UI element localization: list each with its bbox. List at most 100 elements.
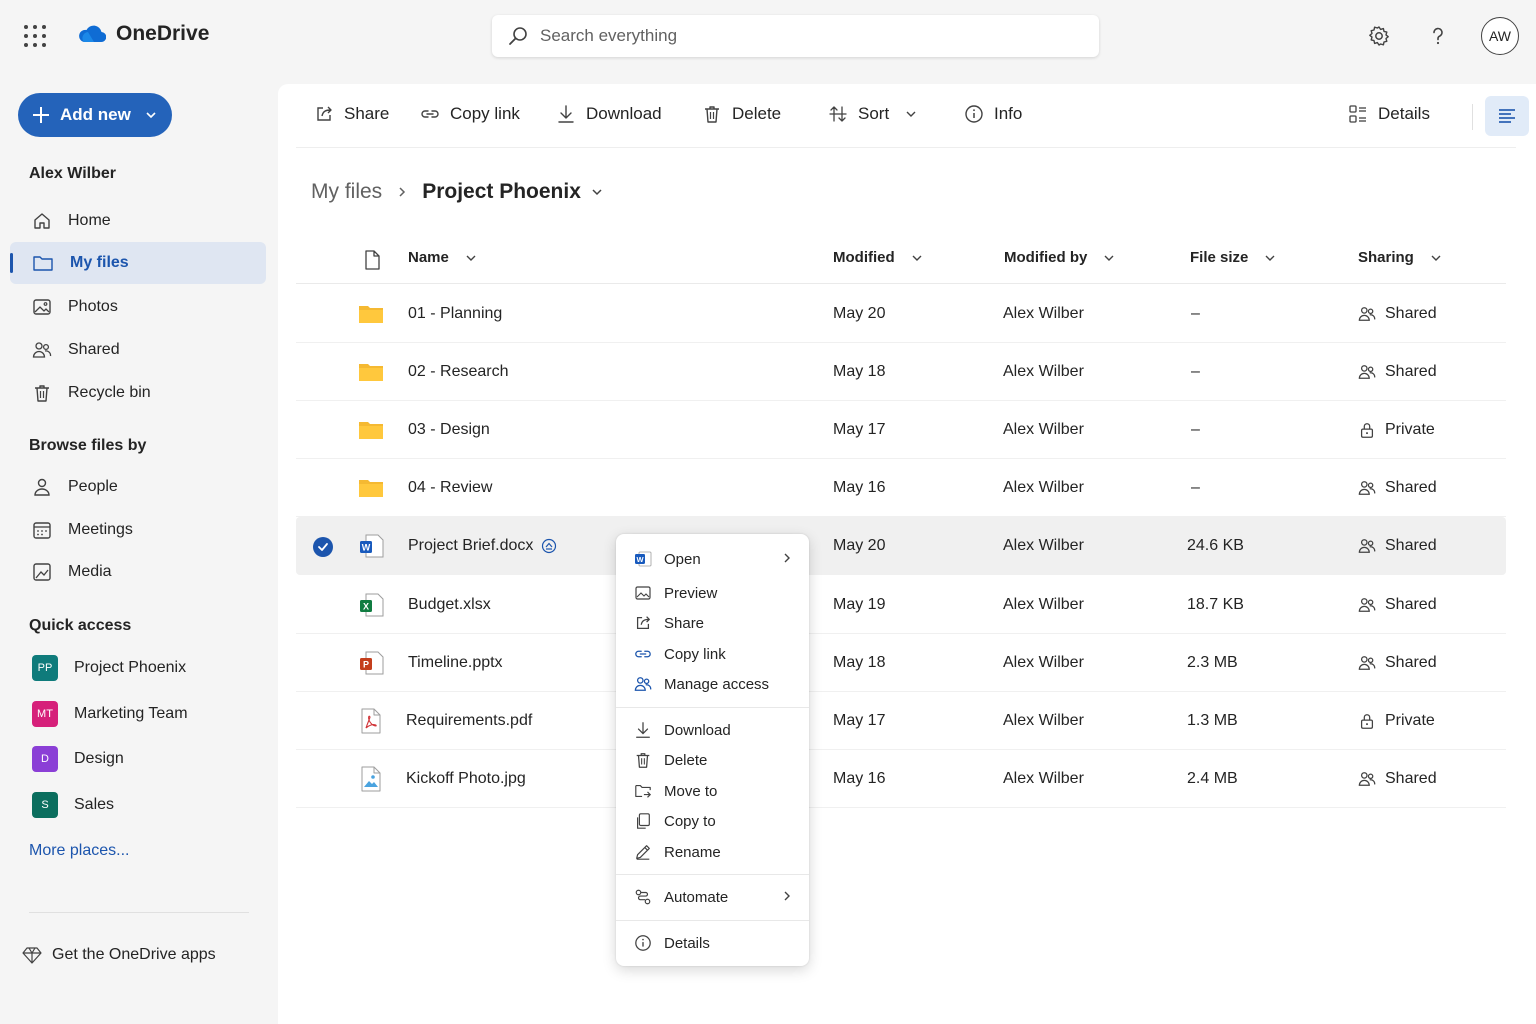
modified-by: Alex Wilber (1003, 654, 1084, 671)
modified-by: Alex Wilber (1003, 421, 1084, 438)
breadcrumb-current-folder[interactable]: Project Phoenix (422, 180, 581, 204)
modified-date: May 20 (833, 537, 886, 554)
file-size: 18.7 KB (1187, 596, 1244, 613)
command-bar-divider (1472, 104, 1473, 130)
add-new-button[interactable]: Add new (18, 93, 172, 137)
context-menu: W Open Preview Share Copy link Manage ac… (616, 534, 809, 966)
file-name[interactable]: 01 - Planning (408, 285, 502, 343)
share-button[interactable]: Share (314, 104, 389, 124)
menu-item-rename[interactable]: Rename (616, 837, 809, 867)
table-row[interactable]: 02 - Research May 18 Alex Wilber – Share… (296, 343, 1506, 401)
copy-link-button[interactable]: Copy link (420, 104, 520, 124)
table-row[interactable]: X Budget.xlsx May 19 Alex Wilber 18.7 KB… (296, 576, 1506, 634)
menu-item-label: Copy link (664, 645, 726, 663)
info-button[interactable]: Info (964, 104, 1022, 124)
quick-access-project-phoenix[interactable]: PP Project Phoenix (10, 647, 266, 689)
app-launcher-icon[interactable] (24, 25, 46, 47)
share-icon (636, 616, 650, 630)
file-name[interactable]: Kickoff Photo.jpg (406, 750, 526, 808)
sidebar-item-people[interactable]: People (10, 466, 266, 508)
menu-item-details[interactable]: Details (616, 928, 809, 958)
person-icon (34, 478, 50, 496)
table-row[interactable]: 03 - Design May 17 Alex Wilber – Private (296, 401, 1506, 459)
sidebar-item-meetings[interactable]: Meetings (10, 509, 266, 551)
modified-by: Alex Wilber (1003, 363, 1084, 380)
file-name[interactable]: 02 - Research (408, 343, 509, 401)
modified-by: Alex Wilber (1003, 770, 1084, 787)
table-row[interactable]: P Timeline.pptx May 18 Alex Wilber 2.3 M… (296, 634, 1506, 692)
sharing-label: Shared (1385, 363, 1437, 380)
table-row[interactable]: Requirements.pdf May 17 Alex Wilber 1.3 … (296, 692, 1506, 750)
breadcrumb-my-files[interactable]: My files (311, 180, 382, 204)
checkmark-icon (318, 543, 328, 551)
avatar[interactable]: AW (1481, 17, 1519, 55)
table-row[interactable]: Kickoff Photo.jpg May 16 Alex Wilber 2.4… (296, 750, 1506, 808)
modified-date: May 17 (833, 421, 886, 438)
sidebar-item-home[interactable]: Home (10, 200, 266, 242)
menu-item-preview[interactable]: Preview (616, 578, 809, 608)
quick-access-sales[interactable]: S Sales (10, 784, 266, 826)
download-button[interactable]: Download (556, 104, 662, 124)
menu-item-copy-link[interactable]: Copy link (616, 639, 809, 669)
file-name[interactable]: Project Brief.docx (408, 537, 533, 555)
sidebar-item-shared[interactable]: Shared (10, 329, 266, 371)
search-box[interactable] (492, 15, 1099, 57)
sidebar-item-media[interactable]: Media (10, 551, 266, 593)
modified-by: Alex Wilber (1003, 537, 1084, 554)
menu-item-copy-to[interactable]: Copy to (616, 806, 809, 836)
column-header-modified-by[interactable]: Modified by (1004, 249, 1115, 266)
search-input[interactable] (540, 26, 1060, 46)
settings-icon[interactable] (1365, 22, 1393, 50)
details-button[interactable]: Details (1348, 104, 1430, 124)
table-header: Name Modified Modified by File size Shar… (296, 236, 1506, 284)
menu-item-download[interactable]: Download (616, 715, 809, 745)
file-name[interactable]: 03 - Design (408, 401, 490, 459)
delete-button[interactable]: Delete (702, 104, 781, 124)
file-name[interactable]: Budget.xlsx (408, 576, 491, 634)
download-icon (636, 722, 650, 738)
sort-button[interactable]: Sort (828, 104, 917, 124)
row-checkbox[interactable] (313, 537, 333, 557)
sidebar-item-photos[interactable]: Photos (10, 286, 266, 328)
file-name-cell[interactable]: Project Brief.docx (408, 517, 557, 575)
column-header-sharing[interactable]: Sharing (1358, 249, 1442, 266)
file-name[interactable]: Timeline.pptx (408, 634, 503, 692)
sidebar-item-label: Meetings (68, 521, 133, 538)
list-view-button[interactable] (1485, 96, 1529, 136)
menu-item-move-to[interactable]: Move to (616, 776, 809, 806)
file-name[interactable]: 04 - Review (408, 459, 492, 517)
site-badge: PP (32, 655, 58, 681)
modified-date: May 18 (833, 654, 886, 671)
sharing-status: Shared (1358, 517, 1437, 575)
media-icon (33, 563, 51, 581)
column-header-name[interactable]: Name (408, 249, 477, 266)
more-places-link[interactable]: More places... (29, 842, 129, 860)
info-icon (965, 105, 983, 123)
chevron-down-icon (912, 255, 922, 261)
sidebar-item-my-files[interactable]: My files (10, 242, 266, 284)
lock-icon (1360, 423, 1374, 438)
table-row[interactable]: 04 - Review May 16 Alex Wilber – Shared (296, 459, 1506, 517)
brand[interactable]: OneDrive (76, 22, 209, 46)
chevron-down-icon[interactable] (591, 186, 603, 198)
delete-label: Delete (732, 104, 782, 123)
svg-text:P: P (363, 660, 369, 670)
column-header-file-size[interactable]: File size (1190, 249, 1276, 266)
menu-item-open[interactable]: W Open (616, 544, 809, 574)
table-row[interactable]: 01 - Planning May 20 Alex Wilber – Share… (296, 285, 1506, 343)
get-apps-link[interactable]: Get the OneDrive apps (22, 945, 216, 965)
column-header-modified[interactable]: Modified (833, 249, 923, 266)
menu-item-manage-access[interactable]: Manage access (616, 669, 809, 699)
sidebar-item-recycle-bin[interactable]: Recycle bin (10, 372, 266, 414)
plus-icon (33, 107, 49, 123)
quick-access-design[interactable]: D Design (10, 738, 266, 780)
chevron-down-icon (146, 112, 156, 119)
table-row[interactable]: W Project Brief.docx May 20 Alex Wilber … (296, 517, 1506, 575)
menu-item-share[interactable]: Share (616, 608, 809, 638)
share-label: Share (344, 104, 390, 123)
help-icon[interactable] (1424, 22, 1452, 50)
menu-item-automate[interactable]: Automate (616, 882, 809, 912)
quick-access-marketing-team[interactable]: MT Marketing Team (10, 693, 266, 735)
file-name[interactable]: Requirements.pdf (406, 692, 532, 750)
menu-item-delete[interactable]: Delete (616, 745, 809, 775)
